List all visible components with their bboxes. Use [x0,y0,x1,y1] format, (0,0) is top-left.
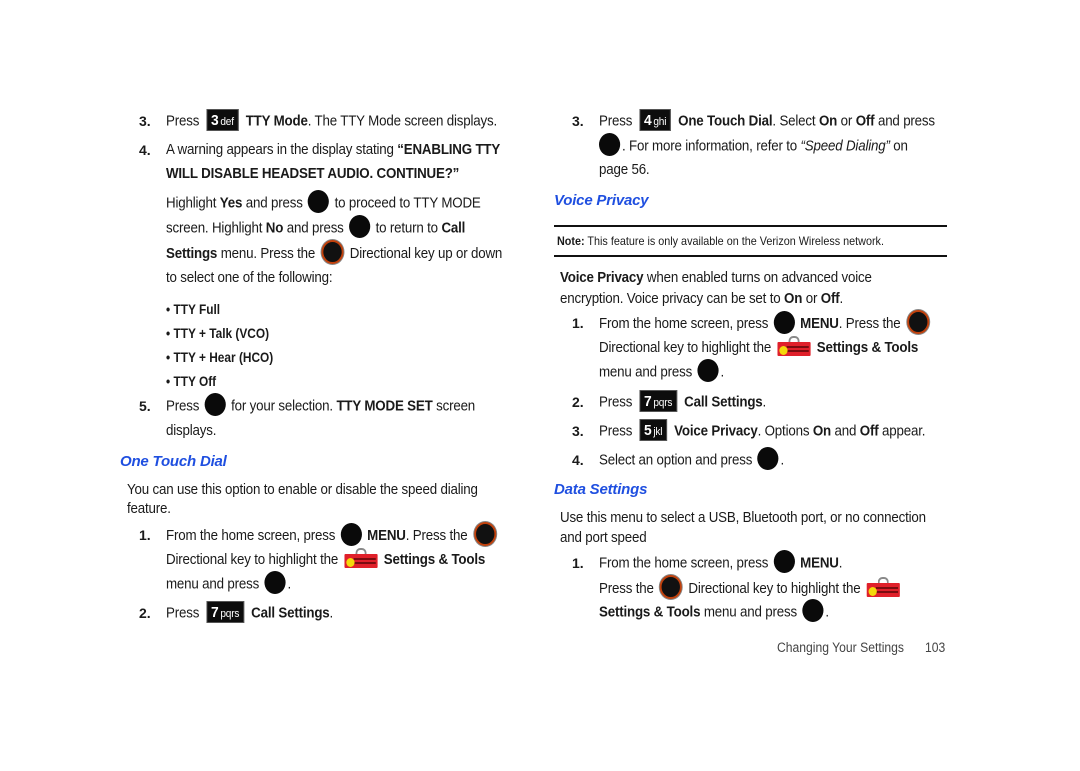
page-number: 103 [925,640,946,655]
step-number: 1. [572,555,584,571]
ds-step-1-line2: Press the Directional key to highlight t… [599,575,903,599]
tty-option: • TTY Full [166,302,221,317]
tty-option: • TTY + Talk (VCO) [166,326,270,341]
key-5-jkl-icon: 5 jkl [639,419,667,441]
step-number: 4. [572,452,584,468]
step-number: 4. [139,142,151,158]
vp-step-2: Press 7 pqrs Call Settings. [599,390,766,412]
otd-step-1-line3: menu and press . [166,571,291,594]
settings-tools-toolbox-icon [866,577,900,597]
directional-key-icon [659,575,683,599]
vp-step-1-line3: menu and press . [599,359,724,382]
ok-key-icon [340,522,362,546]
ok-key-icon [697,359,719,382]
step-number: 2. [572,394,584,410]
directional-key-icon [906,310,929,334]
tty-step-4-line2: WILL DISABLE HEADSET AUDIO. CONTINUE?” [166,166,460,182]
tty-detail-line1: Highlight Yes and press to proceed to TT… [166,190,481,213]
tty-option: • TTY Off [166,374,217,389]
section-heading-data-settings: Data Settings [554,481,648,498]
ok-key-icon [308,190,330,213]
note-text: Note: This feature is only available on … [557,234,884,248]
note-top-divider [554,225,947,227]
step-number: 5. [139,398,151,414]
settings-tools-toolbox-icon [777,336,811,357]
step-number: 1. [572,315,584,331]
key-7-pqrs-icon: 7 pqrs [639,390,677,412]
settings-tools-toolbox-icon [344,548,378,569]
ok-key-icon [349,215,371,238]
ok-key-icon [757,447,779,470]
one-touch-intro-line2: feature. [127,501,171,517]
note-bottom-divider [554,255,947,257]
ok-key-icon [599,133,621,156]
footer-section-title: Changing Your Settings [777,640,905,655]
section-heading-voice-privacy: Voice Privacy [554,192,649,209]
voice-privacy-intro-line2: encryption. Voice privacy can be set to … [560,291,844,307]
section-heading-one-touch-dial: One Touch Dial [120,453,227,470]
tty-detail-line3: Settings menu. Press the Directional key… [166,240,502,264]
step-number: 1. [139,527,151,543]
step-number: 3. [572,113,584,129]
data-settings-intro-line2: and port speed [560,530,647,546]
key-7-pqrs-icon: 7 pqrs [206,601,244,623]
tty-detail-line2: screen. Highlight No and press to return… [166,215,465,238]
tty-option: • TTY + Hear (HCO) [166,350,274,365]
tty-detail-line4: to select one of the following: [166,270,333,286]
manual-page: 3. Press 3 def TTY Mode. The TTY Mode scr… [0,0,1080,771]
one-touch-intro-line1: You can use this option to enable or dis… [127,482,478,498]
otd-step-3-line2: . For more information, refer to “Speed … [599,133,908,156]
ok-key-icon [773,310,795,334]
vp-step-3: Press 5 jkl Voice Privacy. Options On and… [599,419,925,441]
otd-step-3-line1: Press 4 ghi One Touch Dial. Select On or … [599,109,935,131]
otd-step-2: Press 7 pqrs Call Settings. [166,601,333,623]
vp-step-4: Select an option and press . [599,447,784,470]
key-3-def-icon: 3 def [206,109,239,131]
ds-step-1-line3: Settings & Tools menu and press . [599,599,829,622]
otd-step-1-line1: From the home screen, press MENU. Press … [166,522,499,546]
directional-key-icon [321,240,344,264]
vp-step-1-line2: Directional key to highlight the Setting… [599,336,918,357]
data-settings-intro-line1: Use this menu to select a USB, Bluetooth… [560,510,926,526]
key-4-ghi-icon: 4 ghi [639,109,671,131]
tty-step-5: Press for your selection. TTY MODE SET s… [166,393,475,416]
step-number: 3. [572,423,584,439]
step-number: 3. [139,113,151,129]
otd-step-1-line2: Directional key to highlight the Setting… [166,548,485,569]
tty-step-3: Press 3 def TTY Mode. The TTY Mode screen… [166,109,497,131]
directional-key-icon [473,522,496,546]
ok-key-icon [264,571,286,594]
ok-key-icon [204,393,226,416]
ok-key-icon [773,550,795,573]
tty-step-4-line1: A warning appears in the display stating… [166,142,501,158]
ds-step-1-line1: From the home screen, press MENU. [599,550,842,573]
otd-step-3-line3: page 56. [599,162,650,178]
tty-step-5-cont: displays. [166,423,217,439]
vp-step-1-line1: From the home screen, press MENU. Press … [599,310,932,334]
step-number: 2. [139,605,151,621]
voice-privacy-intro-line1: Voice Privacy when enabled turns on adva… [560,270,872,286]
ok-key-icon [802,599,824,622]
